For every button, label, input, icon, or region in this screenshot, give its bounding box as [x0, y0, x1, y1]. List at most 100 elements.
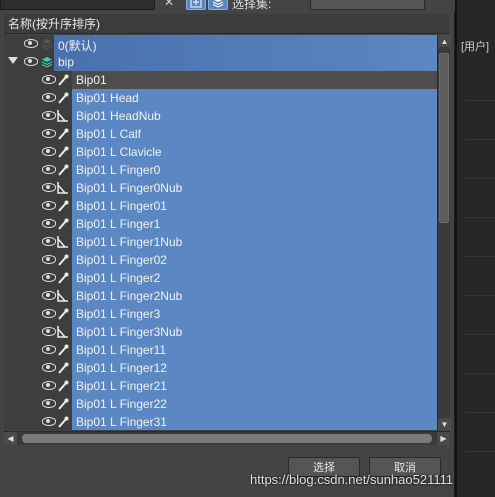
viewport-grid: [465, 90, 495, 490]
visibility-eye-icon[interactable]: [42, 92, 56, 102]
bone-icon: [58, 416, 69, 428]
object-label: Bip01 L Finger22: [76, 397, 167, 411]
object-label: Bip01 L Finger2: [76, 271, 161, 285]
viewport-background: [用户]: [455, 0, 495, 497]
visibility-eye-icon[interactable]: [42, 74, 56, 84]
layer-icon: [41, 39, 53, 50]
tree-row-object[interactable]: Bip01 L Finger1: [4, 215, 437, 233]
layer-icon: [41, 57, 53, 68]
watermark-text: https://blog.csdn.net/sunhao521111: [250, 472, 454, 487]
tree-row-object[interactable]: Bip01 L Finger2: [4, 269, 437, 287]
bone-icon: [58, 146, 69, 158]
object-label: Bip01 L Finger2Nub: [76, 289, 183, 303]
tree-row-object[interactable]: Bip01 L Finger3Nub: [4, 323, 437, 341]
object-label: Bip01 L Finger0: [76, 163, 161, 177]
visibility-eye-icon[interactable]: [42, 362, 56, 372]
visibility-eye-icon[interactable]: [24, 56, 38, 66]
scroll-left-icon[interactable]: ◀: [4, 432, 17, 445]
visibility-eye-icon[interactable]: [42, 416, 56, 426]
bone-icon: [58, 272, 69, 284]
tree-row-object[interactable]: Bip01 L Finger1Nub: [4, 233, 437, 251]
visibility-eye-icon[interactable]: [42, 128, 56, 138]
tree-row-object[interactable]: Bip01 Head: [4, 89, 437, 107]
tree-row-object[interactable]: Bip01 L Finger02: [4, 251, 437, 269]
object-label: Bip01 Head: [76, 91, 139, 105]
visibility-eye-icon[interactable]: [42, 308, 56, 318]
bone-icon: [58, 344, 69, 356]
tree-row-object[interactable]: Bip01: [4, 71, 437, 89]
visibility-eye-icon[interactable]: [42, 398, 56, 408]
visibility-eye-icon[interactable]: [42, 272, 56, 282]
tree-row-object[interactable]: Bip01 L Finger0: [4, 161, 437, 179]
object-label: Bip01 L Finger1: [76, 217, 161, 231]
tree-row-object[interactable]: Bip01 L Finger2Nub: [4, 287, 437, 305]
visibility-eye-icon[interactable]: [42, 380, 56, 390]
dialog-toolbar: ✕ 选择集:: [0, 0, 455, 12]
tree-row-object[interactable]: Bip01 L Finger0Nub: [4, 179, 437, 197]
tree-row-object[interactable]: Bip01 HeadNub: [4, 107, 437, 125]
vertical-scroll-thumb[interactable]: [439, 53, 449, 223]
object-label: Bip01 L Finger1Nub: [76, 235, 183, 249]
tree-row-object[interactable]: Bip01 L Calf: [4, 125, 437, 143]
horizontal-scrollbar[interactable]: ◀ ▶: [4, 431, 450, 445]
visibility-eye-icon[interactable]: [42, 200, 56, 210]
tree-row-object[interactable]: Bip01 L Finger3: [4, 305, 437, 323]
visibility-eye-icon[interactable]: [42, 326, 56, 336]
object-label: Bip01 L Finger12: [76, 361, 167, 375]
select-from-scene-dialog: ✕ 选择集: 名称(按升序排序) 0(默认) bip Bip01 Bip01 He…: [0, 0, 455, 497]
visibility-eye-icon[interactable]: [42, 290, 56, 300]
scene-tree: 0(默认) bip Bip01 Bip01 Head Bip01 HeadNub Bi…: [4, 35, 437, 430]
visibility-eye-icon[interactable]: [42, 344, 56, 354]
object-label: Bip01 L Clavicle: [76, 145, 162, 159]
tree-row-object[interactable]: Bip01 L Finger01: [4, 197, 437, 215]
object-label: Bip01 HeadNub: [76, 109, 161, 123]
viewport-label: [用户]: [461, 41, 490, 53]
object-label: Bip01 L Finger0Nub: [76, 181, 183, 195]
scroll-right-icon[interactable]: ▶: [437, 432, 450, 445]
object-label: Bip01 L Finger31: [76, 415, 167, 429]
visibility-eye-icon[interactable]: [42, 164, 56, 174]
visibility-eye-icon[interactable]: [42, 110, 56, 120]
object-label: Bip01 L Finger11: [76, 343, 167, 357]
bone-icon: [58, 200, 69, 212]
tree-row-layer-bip[interactable]: bip: [4, 53, 437, 71]
visibility-eye-icon[interactable]: [42, 236, 56, 246]
filter-icon[interactable]: [186, 0, 206, 10]
object-label: Bip01 L Calf: [76, 127, 141, 141]
nub-icon: [57, 236, 68, 248]
scroll-down-icon[interactable]: ▼: [438, 418, 451, 430]
tree-row-object[interactable]: Bip01 L Clavicle: [4, 143, 437, 161]
bone-icon: [58, 362, 69, 374]
horizontal-scroll-thumb[interactable]: [22, 434, 432, 443]
find-input[interactable]: [0, 0, 155, 10]
tree-row-object[interactable]: Bip01 L Finger31: [4, 413, 437, 430]
column-header-name[interactable]: 名称(按升序排序): [4, 14, 449, 34]
expand-arrow-icon[interactable]: [8, 57, 18, 64]
clear-icon[interactable]: ✕: [160, 0, 178, 10]
object-label: Bip01 L Finger01: [76, 199, 167, 213]
visibility-eye-icon[interactable]: [42, 182, 56, 192]
visibility-eye-icon[interactable]: [24, 38, 38, 48]
tree-row-object[interactable]: Bip01 L Finger21: [4, 377, 437, 395]
select-set-label: 选择集:: [232, 0, 272, 11]
object-label: Bip01 L Finger3Nub: [76, 325, 183, 339]
bone-icon: [58, 398, 69, 410]
visibility-eye-icon[interactable]: [42, 146, 56, 156]
bone-icon: [58, 74, 69, 86]
vertical-scrollbar[interactable]: ▲ ▼: [437, 35, 451, 430]
layers-icon[interactable]: [208, 0, 228, 10]
object-label: Bip01 L Finger02: [76, 253, 167, 267]
scroll-up-icon[interactable]: ▲: [438, 35, 451, 47]
object-label: Bip01: [76, 73, 107, 87]
object-label: Bip01 L Finger3: [76, 307, 161, 321]
object-label: Bip01 L Finger21: [76, 379, 167, 393]
visibility-eye-icon[interactable]: [42, 218, 56, 228]
select-set-dropdown[interactable]: [310, 0, 425, 10]
tree-row-layer-0[interactable]: 0(默认): [4, 35, 437, 53]
tree-row-object[interactable]: Bip01 L Finger11: [4, 341, 437, 359]
tree-row-object[interactable]: Bip01 L Finger12: [4, 359, 437, 377]
nub-icon: [57, 326, 68, 338]
visibility-eye-icon[interactable]: [42, 254, 56, 264]
layer-label: 0(默认): [58, 39, 97, 53]
tree-row-object[interactable]: Bip01 L Finger22: [4, 395, 437, 413]
